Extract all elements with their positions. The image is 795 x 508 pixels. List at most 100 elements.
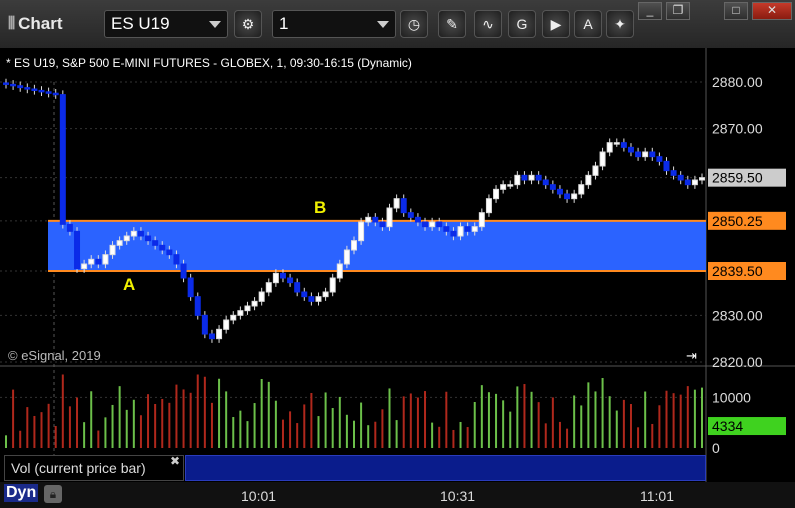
price-chart[interactable]: 10000 0 4334 2880.00 2870.00 2859.50 2850.25 2… bbox=[0, 0, 795, 508]
copyright: © eSignal, 2019 bbox=[8, 348, 101, 363]
candle bbox=[528, 174, 535, 181]
candle bbox=[635, 151, 642, 158]
candle bbox=[542, 179, 549, 186]
time-axis bbox=[0, 482, 795, 508]
candle bbox=[301, 291, 308, 298]
scroll-end-icon[interactable]: ⇥ bbox=[686, 348, 697, 363]
candle bbox=[194, 296, 201, 316]
y-tick-label: 2859.50 bbox=[712, 170, 763, 186]
candle bbox=[429, 221, 436, 228]
candle bbox=[95, 258, 102, 265]
candle bbox=[123, 235, 130, 242]
candle bbox=[393, 198, 400, 209]
candle bbox=[414, 216, 421, 223]
candle bbox=[137, 230, 144, 237]
candle bbox=[599, 151, 606, 167]
y-tick-label: 2830.00 bbox=[712, 307, 763, 323]
candle bbox=[201, 314, 208, 335]
candle bbox=[208, 333, 215, 340]
candle bbox=[627, 146, 634, 153]
candle bbox=[493, 188, 500, 200]
annotation-b: B bbox=[314, 198, 326, 217]
candle bbox=[272, 272, 279, 284]
candle bbox=[677, 174, 684, 181]
candle bbox=[173, 254, 180, 265]
y-tick-label: 2820.00 bbox=[712, 354, 763, 370]
candle bbox=[656, 156, 663, 162]
candle bbox=[592, 165, 599, 176]
candle bbox=[17, 85, 24, 89]
y-tick-label: 2870.00 bbox=[712, 121, 763, 137]
candle bbox=[287, 277, 294, 284]
dynamic-button[interactable]: Dyn bbox=[4, 484, 39, 502]
candle bbox=[66, 223, 73, 232]
candle bbox=[216, 328, 223, 340]
candle bbox=[379, 221, 386, 228]
volume-panel-bar bbox=[185, 455, 706, 481]
candle bbox=[187, 277, 194, 298]
candle bbox=[457, 226, 464, 237]
candle bbox=[365, 216, 372, 223]
candle bbox=[436, 221, 443, 228]
candle bbox=[152, 240, 159, 246]
candle bbox=[556, 188, 563, 195]
candle bbox=[10, 83, 17, 87]
candle bbox=[471, 226, 478, 232]
candle bbox=[464, 226, 471, 232]
time-label: 10:31 bbox=[440, 488, 476, 504]
candle bbox=[145, 235, 152, 242]
candle bbox=[535, 174, 542, 181]
y-tick-label: 2850.25 bbox=[712, 213, 763, 229]
candle bbox=[613, 142, 620, 145]
candle bbox=[386, 207, 393, 228]
candle bbox=[549, 184, 556, 190]
candle bbox=[279, 272, 286, 279]
candle bbox=[38, 89, 45, 93]
candle bbox=[109, 244, 116, 256]
lock-icon[interactable]: 🔒︎ bbox=[44, 485, 62, 503]
time-label: 11:01 bbox=[640, 488, 674, 504]
candle bbox=[294, 282, 301, 293]
candle bbox=[642, 151, 649, 158]
price-zone bbox=[48, 220, 706, 271]
candle bbox=[407, 212, 414, 218]
candle bbox=[358, 221, 365, 242]
candle bbox=[372, 216, 379, 223]
candle bbox=[52, 92, 59, 96]
annotation-a: A bbox=[123, 275, 135, 294]
close-icon[interactable]: ✖ bbox=[170, 454, 180, 468]
candle bbox=[116, 240, 123, 246]
candle bbox=[351, 240, 357, 251]
candle bbox=[180, 263, 187, 279]
candle bbox=[130, 230, 137, 237]
candle bbox=[88, 258, 95, 265]
candle bbox=[223, 319, 230, 330]
candle bbox=[159, 244, 166, 251]
volume-legend: Vol (current price bar) bbox=[4, 455, 184, 481]
candle bbox=[450, 230, 457, 237]
candle bbox=[691, 179, 698, 186]
candle bbox=[244, 305, 251, 312]
volume-bars: 10000 0 4334 bbox=[0, 374, 786, 456]
candle bbox=[400, 198, 407, 214]
candle bbox=[166, 249, 173, 256]
candle bbox=[322, 291, 329, 298]
candle bbox=[478, 212, 485, 228]
candle bbox=[564, 193, 571, 200]
candle bbox=[102, 254, 109, 265]
y-tick-label: 2880.00 bbox=[712, 74, 763, 90]
candle bbox=[237, 310, 244, 316]
candle bbox=[606, 142, 613, 153]
candle bbox=[45, 91, 52, 94]
candle bbox=[443, 226, 450, 232]
candle bbox=[315, 296, 322, 302]
candle bbox=[251, 300, 258, 307]
volume-tick-label: 10000 bbox=[712, 389, 751, 405]
chart-info: * ES U19, S&P 500 E-MINI FUTURES - GLOBE… bbox=[6, 56, 412, 70]
candle bbox=[578, 184, 585, 195]
y-tick-label: 2839.50 bbox=[712, 263, 763, 279]
candle bbox=[24, 87, 31, 90]
candle bbox=[31, 88, 38, 91]
candle bbox=[620, 142, 627, 148]
candle bbox=[422, 221, 429, 228]
